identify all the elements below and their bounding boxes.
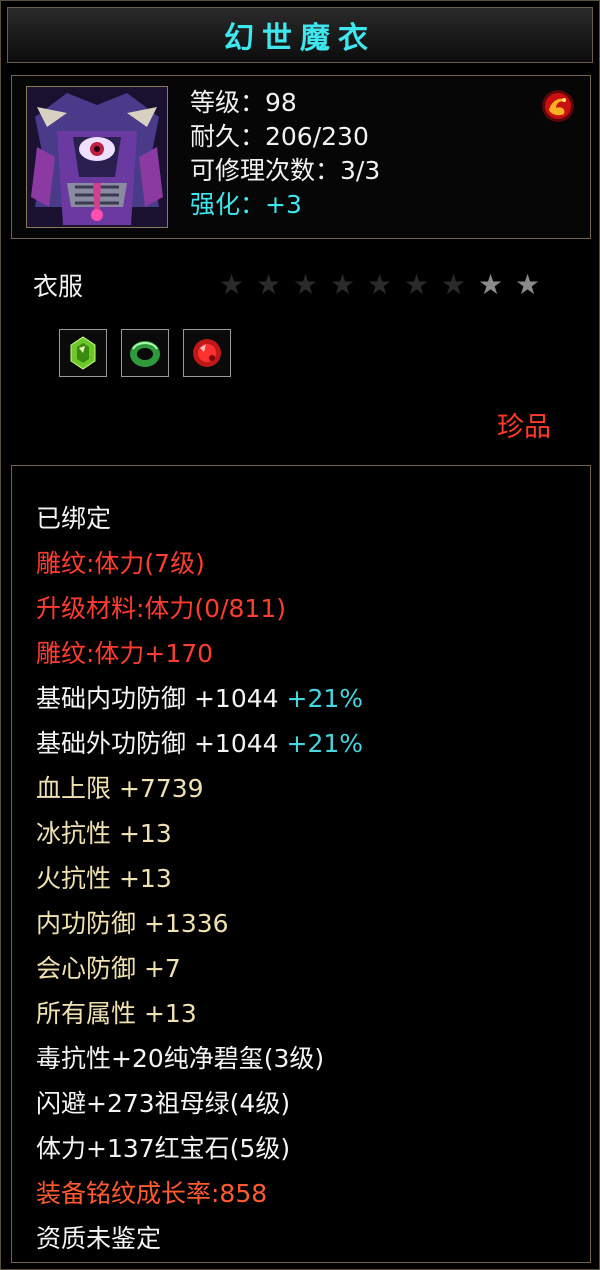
armor-portrait-icon [26, 86, 168, 228]
carving-line: 雕纹:体力(7级) [36, 549, 205, 578]
attr-label: 基础外功防御 [36, 729, 187, 758]
item-header-panel: 等级：98 耐久：206/230 可修理次数：3/3 强化：+3 [11, 75, 591, 239]
gem-bonus-line-1: 毒抗性+20纯净碧玺(3级) [36, 1044, 325, 1073]
star-filled-icon: ★ [514, 268, 541, 301]
enhance-value: +3 [265, 190, 302, 219]
upgrade-material-line: 升级材料:体力(0/811) [36, 594, 286, 623]
carving-bonus-line: 雕纹:体力+170 [36, 639, 214, 668]
attr-value: +1336 [143, 909, 229, 938]
attr-label: 基础内功防御 [36, 684, 187, 713]
gem-sockets [59, 329, 231, 377]
fire-resistance-line: 火抗性 +13 [36, 856, 363, 901]
item-tooltip: 幻世魔衣 等级：98 耐久：206/230 可修理次数：3/3 强化：+3 衣服… [0, 0, 600, 1270]
all-attributes-line: 所有属性 +13 [36, 991, 363, 1036]
attr-value: +1044 [193, 684, 279, 713]
gem-bonus-line-3: 体力+137红宝石(5级) [36, 1134, 291, 1163]
item-rarity: 珍品 [497, 412, 551, 443]
item-repair-count: 可修理次数：3/3 [190, 156, 381, 185]
gem-bonus-line-2: 闪避+273祖母绿(4级) [36, 1089, 291, 1118]
ruby-gem-icon[interactable] [183, 329, 231, 377]
attr-label: 所有属性 [36, 999, 137, 1028]
star-empty-icon: ★ [255, 268, 282, 301]
attr-percent: +21% [286, 684, 364, 713]
attr-value: +13 [118, 864, 172, 893]
growth-rate-line: 装备铭纹成长率:858 [36, 1179, 268, 1208]
attr-label: 血上限 [36, 774, 112, 803]
star-rating: ★ ★ ★ ★ ★ ★ ★ ★ ★ [215, 271, 544, 299]
attr-label: 火抗性 [36, 864, 112, 893]
item-type: 衣服 [33, 272, 84, 301]
bound-status: 已绑定 [36, 504, 112, 533]
attr-label: 内功防御 [36, 909, 137, 938]
ice-resistance-line: 冰抗性 +13 [36, 811, 363, 856]
item-stats: 等级：98 耐久：206/230 可修理次数：3/3 强化：+3 [190, 86, 380, 222]
item-level: 等级：98 [190, 88, 297, 117]
attr-percent: +21% [286, 729, 364, 758]
attr-value: +13 [118, 819, 172, 848]
item-title-bar: 幻世魔衣 [7, 7, 593, 63]
item-name: 幻世魔衣 [224, 21, 376, 56]
jade-ring-icon[interactable] [121, 329, 169, 377]
star-empty-icon: ★ [366, 268, 393, 301]
attr-label: 冰抗性 [36, 819, 112, 848]
dragon-emblem-icon [540, 88, 576, 124]
attr-value: +7739 [118, 774, 204, 803]
item-durability: 耐久：206/230 [190, 122, 369, 151]
attribute-list: 已绑定 雕纹:体力(7级) 升级材料:体力(0/811) 雕纹:体力+170 基… [36, 496, 363, 1261]
item-enhance: 强化：+3 [190, 188, 380, 222]
star-filled-icon: ★ [477, 268, 504, 301]
enhance-label: 强化： [190, 190, 266, 219]
base-inner-defense-line: 基础内功防御 +1044 +21% [36, 676, 363, 721]
attribute-panel: 已绑定 雕纹:体力(7级) 升级材料:体力(0/811) 雕纹:体力+170 基… [11, 465, 591, 1263]
star-empty-icon: ★ [292, 268, 319, 301]
attr-label: 会心防御 [36, 954, 137, 983]
attr-value: +13 [143, 999, 197, 1028]
quality-line: 资质未鉴定 [36, 1224, 162, 1253]
star-empty-icon: ★ [403, 268, 430, 301]
star-empty-icon: ★ [218, 268, 245, 301]
crit-defense-line: 会心防御 +7 [36, 946, 363, 991]
star-empty-icon: ★ [329, 268, 356, 301]
inner-defense-line: 内功防御 +1336 [36, 901, 363, 946]
hp-max-line: 血上限 +7739 [36, 766, 363, 811]
star-empty-icon: ★ [440, 268, 467, 301]
green-gem-icon[interactable] [59, 329, 107, 377]
base-outer-defense-line: 基础外功防御 +1044 +21% [36, 721, 363, 766]
attr-value: +1044 [193, 729, 279, 758]
attr-value: +7 [143, 954, 181, 983]
